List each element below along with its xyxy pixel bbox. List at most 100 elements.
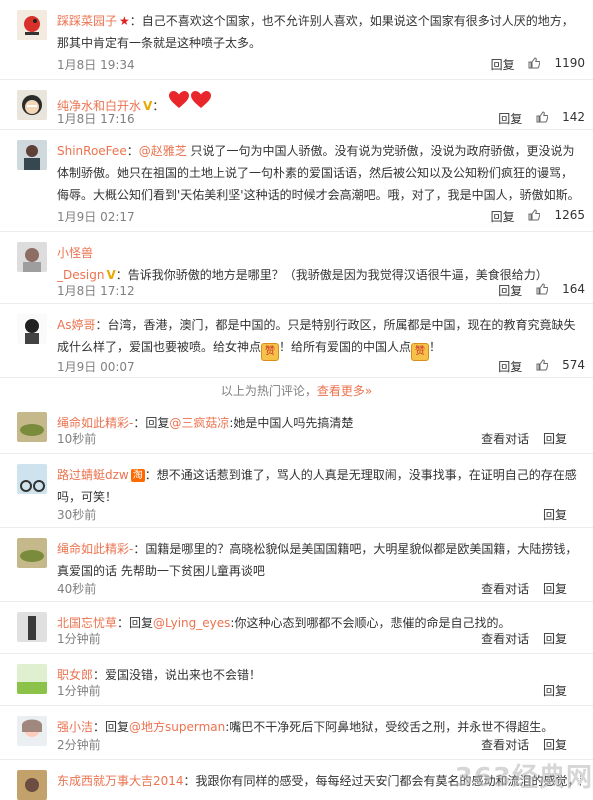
comment-actions: 查看对话 回复 bbox=[471, 736, 585, 753]
avatar[interactable] bbox=[17, 90, 47, 120]
view-more-link[interactable]: 查看更多» bbox=[317, 384, 372, 398]
avatar[interactable] bbox=[17, 10, 47, 40]
comment-time: 1月8日 19:34 bbox=[57, 58, 135, 72]
comment-time: 30秒前 bbox=[57, 508, 97, 522]
view-conversation-button[interactable]: 查看对话 bbox=[481, 632, 529, 646]
avatar[interactable] bbox=[17, 716, 47, 746]
user-name[interactable]: 路过蜻蜓dzw bbox=[57, 468, 129, 482]
view-conversation-button[interactable]: 查看对话 bbox=[481, 582, 529, 596]
reply-button[interactable]: 回复 bbox=[491, 58, 515, 72]
view-conversation-button[interactable]: 查看对话 bbox=[481, 738, 529, 752]
user-name[interactable]: 绳命如此精彩- bbox=[57, 416, 133, 430]
star-badge-icon: ★ bbox=[119, 14, 130, 28]
like-button[interactable]: 574 bbox=[536, 358, 585, 372]
comment-item: As婷哥：台湾，香港，澳门，都是中国的。只是特别行政区，所属都是中国，现在的教育… bbox=[0, 304, 593, 378]
like-button[interactable]: 1190 bbox=[528, 56, 585, 70]
comment-time: 1月8日 17:12 bbox=[57, 284, 135, 298]
comment-text: 职女郎：爱国没错，说出来也不会错！ bbox=[57, 668, 262, 682]
mention-link[interactable]: @三疯菇凉 bbox=[169, 416, 229, 430]
comment-time: 1分钟前 bbox=[57, 632, 101, 646]
comment-actions: 回复 bbox=[533, 682, 585, 699]
user-name[interactable]: 小怪兽_Design bbox=[57, 246, 104, 282]
comment-text: ShinRoeFee：@赵雅芝 只说了一句为中国人骄傲。没有说为党骄傲，没说为政… bbox=[57, 144, 580, 202]
reply-button[interactable]: 回复 bbox=[498, 284, 522, 298]
verified-icon: V bbox=[106, 268, 116, 282]
user-name[interactable]: As婷哥 bbox=[57, 318, 95, 332]
comment-actions: 查看对话 回复 bbox=[471, 430, 585, 447]
user-name[interactable]: 北国忘忧草 bbox=[57, 616, 117, 630]
user-name[interactable]: 绳命如此精彩- bbox=[57, 542, 133, 556]
comment-text: 路过蜻蜓dzw 淘：想不通这话惹到谁了，骂人的人真是无理取闹，没事找事，在证明自己… bbox=[57, 468, 577, 504]
user-name[interactable]: 职女郎 bbox=[57, 668, 93, 682]
comment-item: 踩踩菜园子 ★：自己不喜欢这个国家，也不允许别人喜欢，如果说这个国家有很多讨人厌的… bbox=[0, 0, 593, 80]
zan-emoji-icon: 赞 bbox=[261, 343, 280, 361]
mention-link[interactable]: @地方superman bbox=[129, 720, 225, 734]
comment-time: 2分钟前 bbox=[57, 738, 101, 752]
comment-time: 1月8日 17:16 bbox=[57, 112, 135, 126]
comment-time: 1月9日 00:07 bbox=[57, 360, 135, 374]
comment-item: 小怪兽_Design V：告诉我你骄傲的地方是哪里？（我骄傲是因为我觉得汉语很牛逼… bbox=[0, 232, 593, 304]
watermark: 363经典网 bbox=[454, 763, 593, 793]
comment-actions: 回复 1190 bbox=[481, 56, 585, 73]
comment-item: 绳命如此精彩-：回复@三疯菇凉:她是中国人吗先搞清楚 10秒前 查看对话 回复 bbox=[0, 402, 593, 454]
reply-button[interactable]: 回复 bbox=[543, 432, 567, 446]
avatar[interactable] bbox=[17, 464, 47, 494]
comment-text: 踩踩菜园子 ★：自己不喜欢这个国家，也不允许别人喜欢，如果说这个国家有很多讨人厌的… bbox=[57, 14, 574, 50]
comment-item: 绳命如此精彩-：国籍是哪里的？高晓松貌似是美国国籍吧，大明星貌似都是欧美国籍，大… bbox=[0, 528, 593, 602]
comment-time: 40秒前 bbox=[57, 582, 97, 596]
comment-time: 1分钟前 bbox=[57, 684, 101, 698]
reply-button[interactable]: 回复 bbox=[543, 582, 567, 596]
heart-emoji-icon bbox=[191, 91, 212, 108]
like-count: 164 bbox=[562, 282, 585, 296]
thumbs-up-icon bbox=[528, 209, 541, 221]
comment-time: 1月9日 02:17 bbox=[57, 210, 135, 224]
comment-text: 强小洁：回复@地方superman:嘴巴不干净死后下阿鼻地狱，受绞舌之刑，并永世… bbox=[57, 720, 554, 734]
view-conversation-button[interactable]: 查看对话 bbox=[481, 432, 529, 446]
user-name[interactable]: 强小洁 bbox=[57, 720, 93, 734]
thumbs-up-icon bbox=[536, 359, 549, 371]
comment-time: 10秒前 bbox=[57, 432, 97, 446]
avatar[interactable] bbox=[17, 412, 47, 442]
comment-item: 路过蜻蜓dzw 淘：想不通这话惹到谁了，骂人的人真是无理取闹，没事找事，在证明自己… bbox=[0, 454, 593, 528]
reply-button[interactable]: 回复 bbox=[498, 360, 522, 374]
reply-button[interactable]: 回复 bbox=[498, 112, 522, 126]
like-count: 1190 bbox=[554, 56, 585, 70]
mention-link[interactable]: @Lying_eyes bbox=[153, 616, 230, 630]
heart-emoji-icon bbox=[169, 91, 190, 108]
user-name[interactable]: 踩踩菜园子 bbox=[57, 14, 117, 28]
avatar[interactable] bbox=[17, 538, 47, 568]
comment-actions: 回复 1265 bbox=[481, 208, 585, 225]
avatar[interactable] bbox=[17, 314, 47, 344]
comment-text: 小怪兽_Design V：告诉我你骄傲的地方是哪里？（我骄傲是因为我觉得汉语很牛逼… bbox=[57, 246, 548, 282]
comment-actions: 查看对话 回复 bbox=[471, 580, 585, 597]
user-name[interactable]: 东成西就万事大吉2014 bbox=[57, 774, 184, 788]
comment-text: 绳命如此精彩-：国籍是哪里的？高晓松貌似是美国国籍吧，大明星貌似都是欧美国籍，大… bbox=[57, 542, 578, 578]
zan-emoji-icon: 赞 bbox=[411, 343, 430, 361]
like-button[interactable]: 142 bbox=[536, 110, 585, 124]
mention-link[interactable]: @赵雅芝 bbox=[139, 144, 187, 158]
thumbs-up-icon bbox=[536, 283, 549, 295]
reply-button[interactable]: 回复 bbox=[543, 508, 567, 522]
comment-actions: 回复 164 bbox=[488, 282, 585, 299]
avatar[interactable] bbox=[17, 770, 47, 800]
thumbs-up-icon bbox=[528, 57, 541, 69]
avatar[interactable] bbox=[17, 242, 47, 272]
avatar[interactable] bbox=[17, 140, 47, 170]
comment-item: 北国忘忧草：回复@Lying_eyes:你这种心态到哪都不会顺心，悲催的命是自己… bbox=[0, 602, 593, 654]
thumbs-up-icon bbox=[536, 111, 549, 123]
avatar[interactable] bbox=[17, 664, 47, 694]
comment-actions: 回复 574 bbox=[488, 358, 585, 375]
comment-item: 职女郎：爱国没错，说出来也不会错！ 1分钟前 回复 bbox=[0, 654, 593, 706]
like-button[interactable]: 164 bbox=[536, 282, 585, 296]
comment-actions: 回复 142 bbox=[488, 110, 585, 127]
avatar[interactable] bbox=[17, 612, 47, 642]
comment-text: As婷哥：台湾，香港，澳门，都是中国的。只是特别行政区，所属都是中国，现在的教育… bbox=[57, 314, 581, 361]
user-name[interactable]: ShinRoeFee bbox=[57, 144, 127, 158]
like-button[interactable]: 1265 bbox=[528, 208, 585, 222]
hot-comments-separator: 以上为热门评论，查看更多» bbox=[220, 384, 373, 398]
reply-button[interactable]: 回复 bbox=[543, 738, 567, 752]
reply-button[interactable]: 回复 bbox=[543, 632, 567, 646]
like-count: 1265 bbox=[554, 208, 585, 222]
reply-button[interactable]: 回复 bbox=[491, 210, 515, 224]
reply-button[interactable]: 回复 bbox=[543, 684, 567, 698]
